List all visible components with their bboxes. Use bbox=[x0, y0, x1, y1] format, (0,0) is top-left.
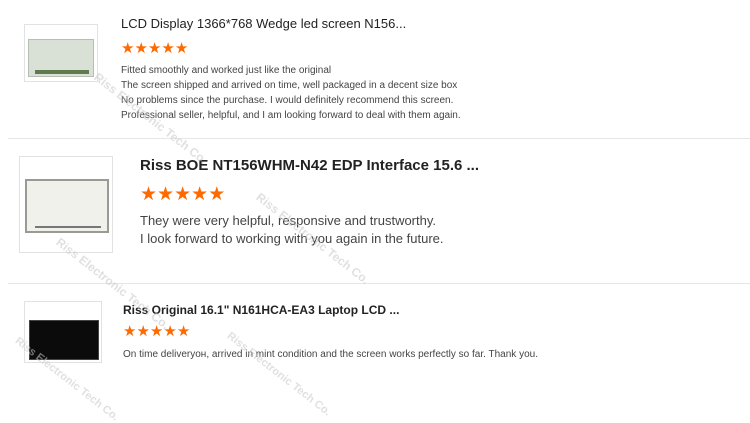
star-icon: ★ bbox=[191, 184, 209, 205]
product-title[interactable]: Riss BOE NT156WHM-N42 EDP Interface 15.6… bbox=[140, 157, 479, 174]
comment-line: On time deliveryон, arrived in mint cond… bbox=[123, 349, 538, 360]
screen-panel-image bbox=[29, 320, 99, 360]
star-icon: ★ bbox=[134, 40, 148, 57]
star-icon: ★ bbox=[147, 40, 162, 57]
product-title[interactable]: Riss Original 16.1" N161HCA-EA3 Laptop L… bbox=[123, 303, 399, 317]
product-thumbnail[interactable] bbox=[24, 24, 98, 82]
star-icon: ★ bbox=[121, 40, 135, 57]
star-icon: ★ bbox=[174, 184, 192, 205]
comment-line: Professional seller, helpful, and I am l… bbox=[121, 110, 461, 121]
comment-line: The screen shipped and arrived on time, … bbox=[121, 80, 458, 91]
comment-line: I look forward to working with you again… bbox=[140, 231, 444, 246]
star-icon: ★ bbox=[157, 184, 175, 205]
star-icon: ★ bbox=[174, 40, 189, 57]
product-title[interactable]: LCD Display 1366*768 Wedge led screen N1… bbox=[121, 16, 406, 31]
star-icon: ★ bbox=[140, 184, 158, 205]
screen-panel-image bbox=[28, 39, 94, 77]
screen-panel-image bbox=[25, 179, 109, 233]
star-icon: ★ bbox=[208, 184, 226, 205]
star-icon: ★ bbox=[123, 323, 137, 340]
comment-line: Fitted smoothly and worked just like the… bbox=[121, 65, 332, 76]
star-icon: ★ bbox=[136, 323, 150, 340]
comment-line: They were very helpful, responsive and t… bbox=[140, 213, 437, 228]
product-thumbnail[interactable] bbox=[19, 156, 113, 253]
comment-line: No problems since the purchase. I would … bbox=[121, 95, 454, 106]
star-rating: ★ ★ ★ ★ ★ bbox=[140, 185, 225, 204]
star-rating: ★ ★ ★ ★ ★ bbox=[123, 324, 190, 339]
review-comment: Fitted smoothly and worked just like the… bbox=[121, 63, 461, 123]
star-icon: ★ bbox=[163, 323, 177, 340]
review-comment: They were very helpful, responsive and t… bbox=[140, 212, 444, 248]
product-thumbnail[interactable] bbox=[24, 301, 102, 363]
review-comment: On time deliveryон, arrived in mint cond… bbox=[123, 347, 538, 362]
star-icon: ★ bbox=[161, 40, 175, 57]
star-rating: ★ ★ ★ ★ ★ bbox=[121, 41, 188, 56]
star-icon: ★ bbox=[149, 323, 164, 340]
star-icon: ★ bbox=[176, 323, 191, 340]
review-item: Riss Original 16.1" N161HCA-EA3 Laptop L… bbox=[0, 284, 750, 410]
review-item: LCD Display 1366*768 Wedge led screen N1… bbox=[0, 0, 750, 138]
review-item: Riss BOE NT156WHM-N42 EDP Interface 15.6… bbox=[0, 139, 750, 282]
